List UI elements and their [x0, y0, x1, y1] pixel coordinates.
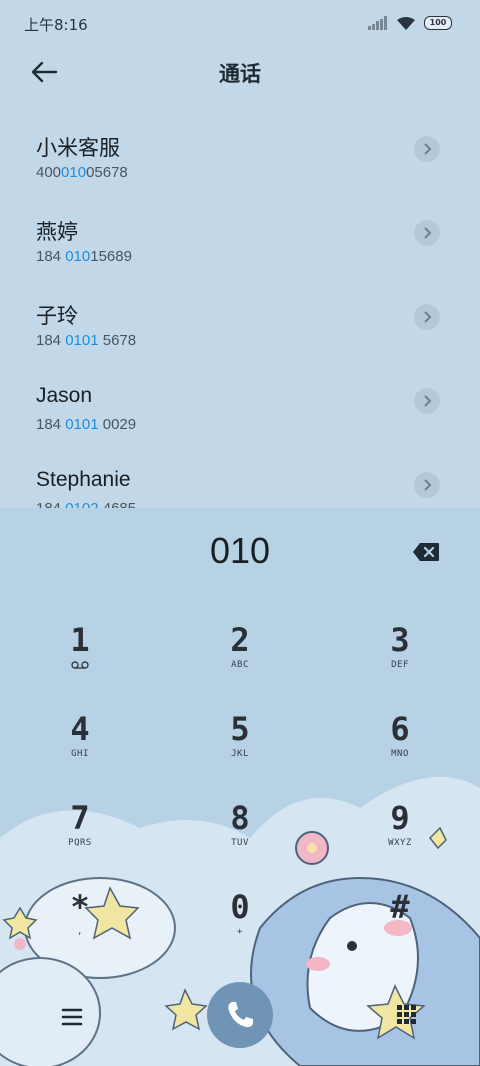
chevron-right-icon [424, 227, 432, 239]
dial-key-4[interactable]: 4 GHI [20, 711, 140, 791]
contact-item[interactable]: Stephanie 184 0102 4685 [0, 456, 480, 508]
key-letters [340, 927, 460, 939]
dial-key-0[interactable]: 0 + [180, 889, 300, 969]
number-prefix: 184 [36, 332, 66, 349]
number-suffix: 5678 [98, 332, 137, 349]
menu-icon [61, 1008, 83, 1026]
key-letters: ABC [231, 660, 249, 670]
dial-key-5[interactable]: 5 JKL [180, 711, 300, 791]
number-suffix: 0029 [98, 416, 137, 433]
contact-number: 184 0102 4685 [36, 500, 136, 508]
status-time: 上午8:16 [24, 16, 88, 34]
contact-detail-button[interactable] [414, 388, 440, 414]
key-digit: * [70, 888, 90, 926]
dial-key-2[interactable]: 2 ABC [180, 622, 300, 702]
contact-item[interactable]: 小米客服 40001005678 [0, 120, 480, 204]
dialpad-panel: 010 1 2 ABC 3 DEF 4 GHI 5 JKL 6 MNO 7 PQ… [0, 508, 480, 1066]
contact-number: 40001005678 [36, 164, 128, 181]
status-icons: 100 [368, 14, 452, 32]
number-match: 010 [61, 164, 87, 181]
key-digit: 1 [70, 621, 90, 659]
contact-detail-button[interactable] [414, 304, 440, 330]
number-match: 010 [65, 248, 91, 265]
contact-number: 184 01015689 [36, 248, 132, 265]
menu-button[interactable] [58, 1004, 88, 1030]
contact-name: Jason [36, 384, 93, 407]
dial-key-3[interactable]: 3 DEF [340, 622, 460, 702]
contact-number: 184 0101 0029 [36, 416, 136, 433]
number-prefix: 184 [36, 248, 66, 265]
number-suffix: 15689 [90, 248, 132, 265]
number-match: 0101 [65, 332, 99, 349]
key-digit: 6 [390, 710, 410, 748]
key-digit: 4 [70, 710, 90, 748]
status-bar: 上午8:16 100 [0, 0, 480, 46]
keypad-icon [397, 1005, 416, 1024]
number-prefix: 184 [36, 500, 65, 508]
number-prefix: 184 [36, 416, 66, 433]
signal-icon [368, 16, 387, 30]
contact-name: 小米客服 [36, 137, 120, 160]
dial-key-6[interactable]: 6 MNO [340, 711, 460, 791]
dialed-number: 010 [209, 530, 271, 571]
key-letters: WXYZ [388, 838, 412, 848]
key-letters: PQRS [68, 838, 92, 848]
contact-name: 子玲 [36, 305, 78, 328]
key-letters: JKL [231, 749, 249, 759]
number-suffix: 05678 [86, 164, 128, 181]
key-digit: 8 [230, 799, 250, 837]
contact-number: 184 0101 5678 [36, 332, 136, 349]
key-digit: 9 [390, 799, 410, 837]
chevron-right-icon [424, 311, 432, 323]
dialer-bottom-bar [0, 982, 480, 1066]
header: 通话 [0, 46, 480, 102]
dial-key-9[interactable]: 9 WXYZ [340, 800, 460, 880]
dial-key-7[interactable]: 7 PQRS [20, 800, 140, 880]
key-letters: + [237, 927, 243, 937]
page-title: 通话 [219, 62, 261, 86]
contact-item[interactable]: 燕婷 184 01015689 [0, 204, 480, 288]
battery-icon: 100 [424, 16, 452, 30]
number-suffix: 4685 [99, 500, 136, 508]
contact-item[interactable]: Jason 184 0101 0029 [0, 372, 480, 456]
contact-detail-button[interactable] [414, 472, 440, 498]
phone-icon [228, 1002, 253, 1028]
backspace-button[interactable] [412, 542, 442, 562]
key-digit: 2 [230, 621, 250, 659]
number-match: 0101 [65, 416, 99, 433]
contact-name: Stephanie [36, 468, 131, 491]
key-digit: 0 [230, 888, 250, 926]
key-digit: 3 [390, 621, 410, 659]
keypad-toggle-button[interactable] [394, 1002, 420, 1028]
chevron-right-icon [424, 479, 432, 491]
key-letters: , [77, 927, 83, 937]
chevron-right-icon [424, 143, 432, 155]
key-digit: # [390, 888, 410, 926]
key-letters: MNO [391, 749, 409, 759]
dial-key-1[interactable]: 1 [20, 622, 140, 702]
voicemail-icon [20, 660, 140, 672]
key-letters: DEF [391, 660, 409, 670]
number-prefix: 400 [36, 164, 62, 181]
contact-item[interactable]: 子玲 184 0101 5678 [0, 288, 480, 372]
dial-key-star[interactable]: * , [20, 889, 140, 969]
contact-name: 燕婷 [36, 221, 78, 244]
key-letters: TUV [231, 838, 249, 848]
number-match: 0102 [65, 500, 98, 508]
call-button[interactable] [207, 982, 273, 1048]
backspace-icon [413, 543, 439, 561]
key-digit: 5 [230, 710, 250, 748]
dial-key-hash[interactable]: # [340, 889, 460, 969]
key-letters: GHI [71, 749, 89, 759]
contact-detail-button[interactable] [414, 220, 440, 246]
contact-list: 小米客服 40001005678 燕婷 184 01015689 子玲 184 … [0, 120, 480, 508]
contact-detail-button[interactable] [414, 136, 440, 162]
chevron-right-icon [424, 395, 432, 407]
wifi-icon [397, 16, 415, 30]
dial-key-8[interactable]: 8 TUV [180, 800, 300, 880]
key-digit: 7 [70, 799, 90, 837]
